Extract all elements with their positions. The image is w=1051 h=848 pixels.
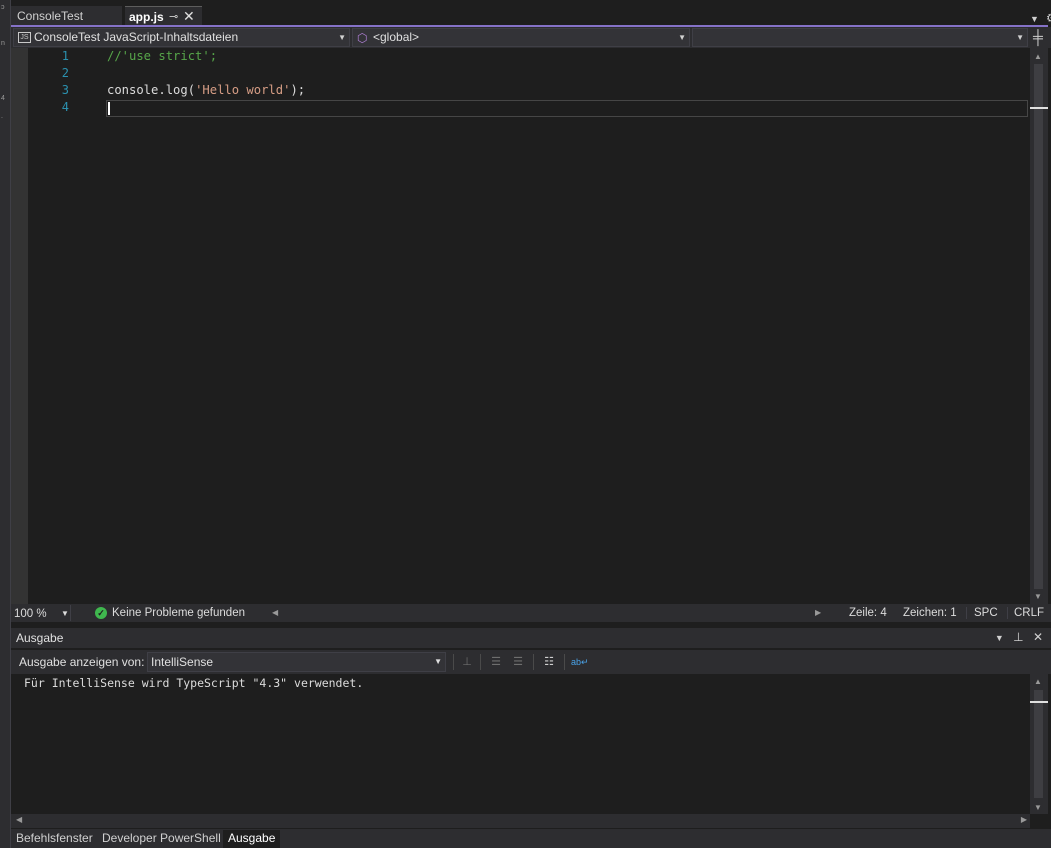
close-icon[interactable]: ✕	[183, 6, 195, 26]
toolbar-separator	[533, 654, 534, 670]
scroll-down-icon[interactable]: ▼	[1034, 803, 1042, 812]
comment-token: //'use strict';	[107, 49, 218, 63]
scroll-right-icon[interactable]: ▶	[1021, 815, 1027, 824]
output-horizontal-scrollbar[interactable]: ◀ ▶	[11, 814, 1030, 828]
output-text-area[interactable]: Für IntelliSense wird TypeScript "4.3" v…	[11, 674, 1030, 814]
tab-developer-powershell[interactable]: Developer PowerShell	[97, 830, 226, 848]
clear-all-icon[interactable]: ☷	[541, 654, 557, 670]
line-number: 3	[61, 83, 69, 97]
scroll-position-marker	[1030, 701, 1048, 703]
text-caret	[108, 102, 110, 115]
tab-label: Developer PowerShell	[102, 831, 221, 845]
find-message-icon[interactable]: ⊥	[459, 654, 475, 670]
output-message: Für IntelliSense wird TypeScript "4.3" v…	[24, 676, 364, 690]
tab-app-js[interactable]: app.js ⊸ ✕	[125, 6, 202, 26]
indicator-margin[interactable]	[11, 48, 28, 604]
scroll-up-icon[interactable]: ▲	[1034, 677, 1042, 686]
output-panel-title: Ausgabe	[16, 631, 64, 645]
output-source-dropdown[interactable]: IntelliSense ▼	[147, 652, 446, 672]
line-number: 4	[61, 100, 69, 114]
namespace-cube-icon: ⬡	[357, 31, 368, 45]
chevron-down-icon: ▼	[434, 657, 442, 666]
caret-position-marker	[1030, 107, 1048, 109]
check-circle-icon: ✓	[95, 607, 107, 619]
left-strip-glyph: n	[1, 40, 5, 47]
member-dropdown[interactable]: ▼	[692, 28, 1028, 47]
left-strip-glyph: ɔ	[1, 4, 5, 11]
pin-icon[interactable]: ⊸	[169, 7, 178, 27]
scroll-left-icon[interactable]: ◀	[272, 604, 278, 622]
previous-message-icon[interactable]: ☰	[488, 654, 504, 670]
word-wrap-icon[interactable]: ab↵	[571, 654, 589, 670]
current-line-highlight	[106, 100, 1028, 117]
output-source-value: IntelliSense	[151, 655, 214, 669]
zoom-level: 100 %	[14, 608, 47, 620]
document-tab-bar: ConsoleTest app.js ⊸ ✕ ▼ ⚙	[11, 6, 1051, 26]
code-line: console.log('Hello world');	[107, 83, 305, 97]
scroll-down-icon[interactable]: ▼	[1034, 592, 1042, 601]
editor-status-bar: 100 % ▼ ✓ Keine Probleme gefunden ◀ ▶ Ze…	[11, 604, 1051, 622]
scrollbar-thumb[interactable]	[1034, 64, 1043, 589]
toolbar-separator	[564, 654, 565, 670]
left-tool-strip: ɔ n 4 .	[0, 0, 11, 848]
output-source-label: Ausgabe anzeigen von:	[19, 655, 145, 669]
pin-icon[interactable]: ⊥	[1013, 630, 1023, 644]
chevron-down-icon: ▼	[678, 33, 686, 42]
output-header-actions: ▼ ⊥ ✕	[989, 630, 1043, 644]
tab-consoletest[interactable]: ConsoleTest	[11, 6, 122, 26]
scroll-left-icon[interactable]: ◀	[16, 815, 22, 824]
toolbar-separator	[480, 654, 481, 670]
line-ending-indicator[interactable]: CRLF	[1014, 604, 1044, 622]
output-vertical-scrollbar[interactable]: ▲ ▼	[1030, 674, 1048, 814]
chevron-down-icon: ▼	[1016, 33, 1024, 42]
window-position-dropdown-icon[interactable]: ▼	[995, 633, 1004, 643]
chevron-down-icon: ▼	[338, 33, 346, 42]
plain-token: );	[290, 83, 306, 97]
tab-label: Ausgabe	[228, 831, 276, 845]
scope-dropdown[interactable]: ⬡ <global> ▼	[352, 28, 690, 47]
next-message-icon[interactable]: ☰	[510, 654, 526, 670]
line-number: 2	[61, 66, 69, 80]
close-icon[interactable]: ✕	[1033, 630, 1043, 644]
status-separator	[966, 607, 967, 619]
scroll-right-icon[interactable]: ▶	[815, 604, 821, 622]
project-dropdown[interactable]: JS ConsoleTest JavaScript-Inhaltsdateien…	[13, 28, 350, 47]
left-strip-glyph: 4	[1, 95, 5, 102]
tab-label: app.js	[129, 10, 164, 24]
whitespace-indicator[interactable]: SPC	[974, 604, 998, 622]
code-line: //'use strict';	[107, 49, 217, 63]
output-toolbar: Ausgabe anzeigen von: IntelliSense ▼ ⊥ ☰…	[11, 650, 1051, 674]
scrollbar-thumb[interactable]	[1034, 690, 1043, 798]
line-number: 1	[61, 49, 69, 63]
tab-befehlsfenster[interactable]: Befehlsfenster	[11, 830, 98, 848]
navigation-bar: JS ConsoleTest JavaScript-Inhaltsdateien…	[11, 27, 1051, 48]
tool-window-tabs: Befehlsfenster Developer PowerShell Ausg…	[11, 829, 1051, 848]
tab-ausgabe[interactable]: Ausgabe	[223, 830, 281, 848]
project-dropdown-label: ConsoleTest JavaScript-Inhaltsdateien	[34, 30, 239, 44]
tab-label: ConsoleTest	[17, 9, 84, 23]
chevron-down-icon: ▼	[61, 609, 69, 618]
zoom-dropdown[interactable]: 100 % ▼	[11, 605, 71, 621]
scroll-up-icon[interactable]: ▲	[1034, 52, 1042, 61]
code-editor[interactable]: 1 //'use strict'; 2 3 console.log('Hello wor…	[11, 48, 1030, 604]
javascript-file-icon: JS	[18, 32, 31, 43]
split-window-icon[interactable]: ╪	[1033, 29, 1043, 45]
editor-vertical-scrollbar[interactable]: ▲ ▼	[1030, 48, 1048, 604]
line-indicator[interactable]: Zeile: 4	[849, 604, 887, 622]
tab-overflow-dropdown-icon[interactable]: ▼	[1030, 14, 1039, 24]
scope-dropdown-label: <global>	[373, 30, 420, 44]
toolbar-separator	[453, 654, 454, 670]
problems-status[interactable]: Keine Probleme gefunden	[112, 604, 245, 622]
gear-icon[interactable]: ⚙	[1046, 11, 1051, 25]
status-separator	[1007, 607, 1008, 619]
column-indicator[interactable]: Zeichen: 1	[903, 604, 957, 622]
tab-label: Befehlsfenster	[16, 831, 93, 845]
string-token: 'Hello world'	[195, 83, 291, 97]
output-panel-header: Ausgabe ▼ ⊥ ✕	[11, 628, 1051, 648]
plain-token: console.log(	[107, 83, 196, 97]
left-strip-glyph: .	[1, 113, 3, 120]
